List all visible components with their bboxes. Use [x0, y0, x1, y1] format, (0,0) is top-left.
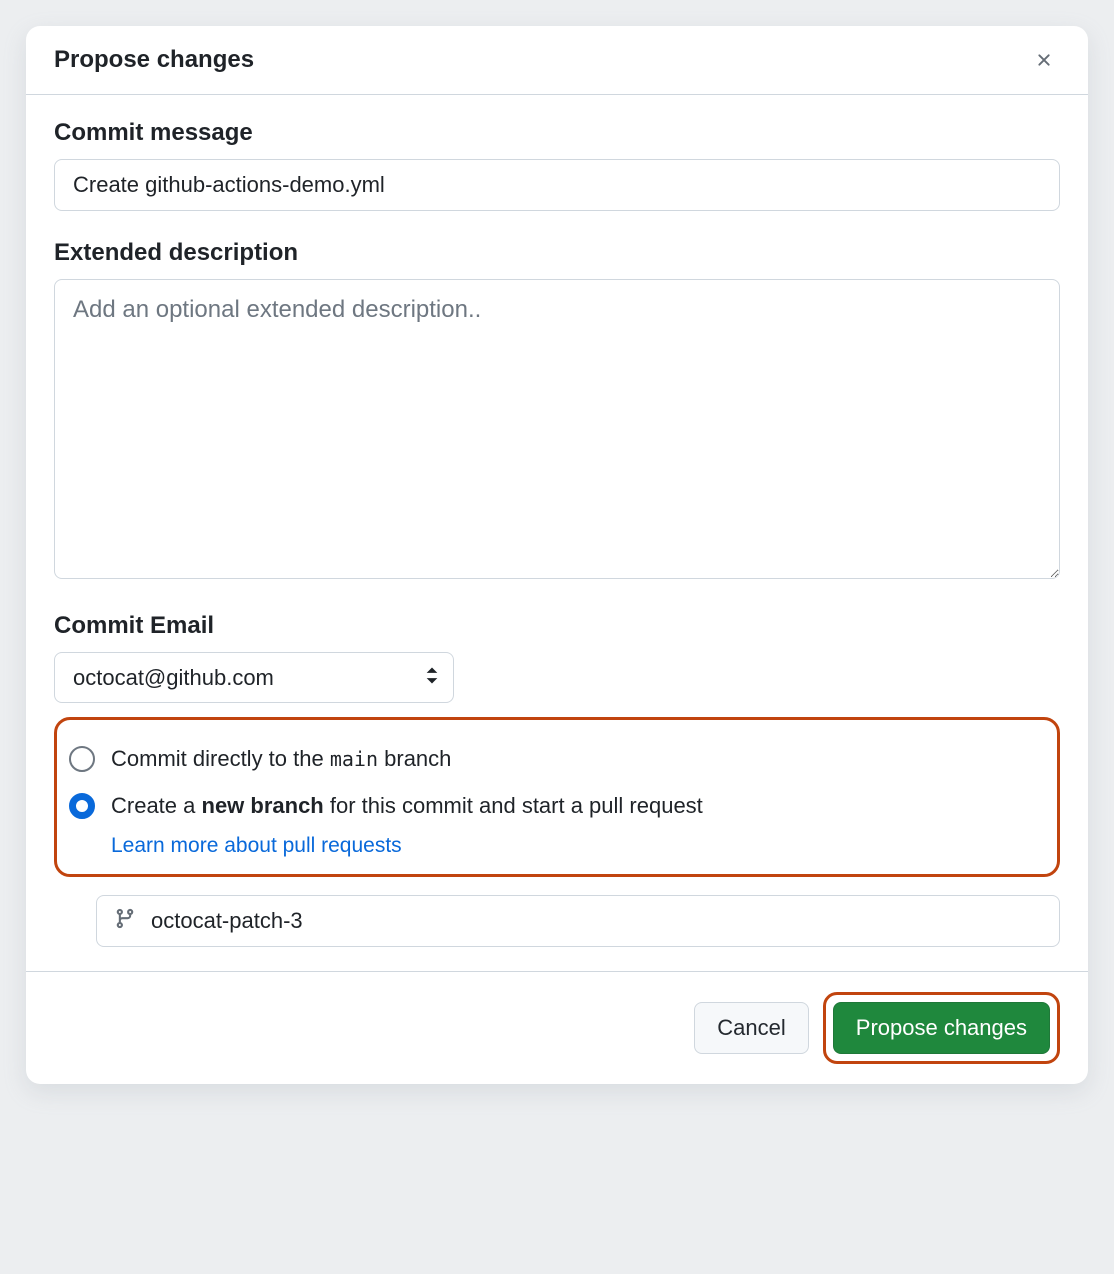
close-icon: [1034, 50, 1054, 70]
extended-description-label: Extended description: [54, 239, 1060, 267]
commit-email-label: Commit Email: [54, 612, 1060, 640]
learn-more-link[interactable]: Learn more about pull requests: [111, 834, 1049, 858]
commit-message-label: Commit message: [54, 119, 1060, 147]
extended-description-textarea[interactable]: [54, 279, 1060, 579]
branch-name-group: [96, 895, 1060, 947]
extended-description-group: Extended description: [54, 239, 1060, 584]
propose-button-highlight: Propose changes: [823, 992, 1060, 1064]
commit-message-group: Commit message: [54, 119, 1060, 211]
radio-indicator-checked: [69, 793, 95, 819]
git-branch-icon: [114, 907, 136, 934]
cancel-button[interactable]: Cancel: [694, 1002, 808, 1054]
propose-changes-button[interactable]: Propose changes: [833, 1002, 1050, 1054]
commit-message-input[interactable]: [54, 159, 1060, 211]
commit-email-select[interactable]: octocat@github.com: [54, 652, 454, 703]
commit-target-radio-group: Commit directly to the main branch Creat…: [54, 717, 1060, 877]
radio-indicator-unchecked: [69, 746, 95, 772]
commit-email-group: Commit Email octocat@github.com: [54, 612, 1060, 703]
radio-create-branch-label: Create a new branch for this commit and …: [111, 791, 703, 822]
radio-commit-direct[interactable]: Commit directly to the main branch: [65, 736, 1049, 783]
radio-create-branch[interactable]: Create a new branch for this commit and …: [65, 783, 1049, 830]
close-button[interactable]: [1028, 44, 1060, 76]
propose-changes-dialog: Propose changes Commit message Extended …: [26, 26, 1088, 1084]
dialog-title: Propose changes: [54, 46, 254, 74]
dialog-header: Propose changes: [26, 26, 1088, 95]
radio-commit-direct-label: Commit directly to the main branch: [111, 744, 451, 775]
dialog-footer: Cancel Propose changes: [26, 971, 1088, 1084]
branch-name-input[interactable]: [96, 895, 1060, 947]
dialog-body: Commit message Extended description Comm…: [26, 95, 1088, 971]
commit-email-select-wrap: octocat@github.com: [54, 652, 454, 703]
